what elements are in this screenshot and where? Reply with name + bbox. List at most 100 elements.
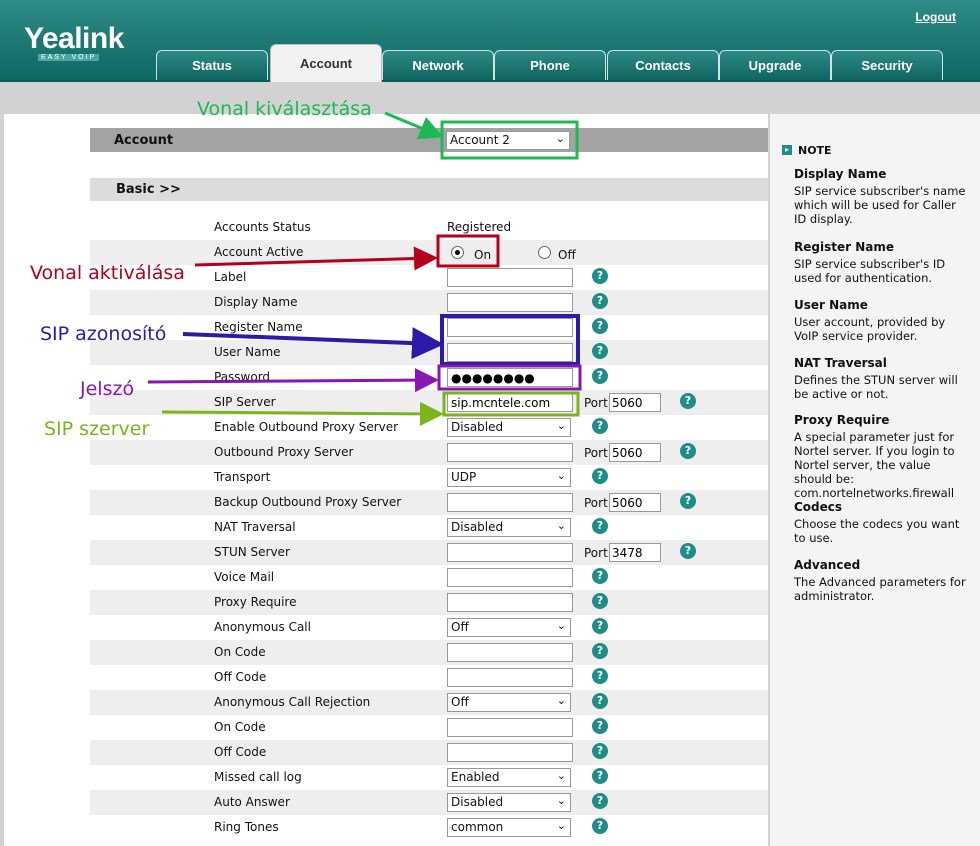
- form-row-account-active: Account Active On Off: [90, 240, 768, 265]
- field-label: Backup Outbound Proxy Server: [214, 495, 402, 509]
- section-header: Account Account 2 ⌄: [90, 128, 768, 152]
- note-text: SIP service subscriber's name which will…: [794, 184, 966, 226]
- help-icon[interactable]: ?: [592, 743, 608, 759]
- anonymous-call-select[interactable]: Off ⌄: [447, 618, 571, 637]
- account-select-value: Account 2: [450, 133, 510, 147]
- help-icon[interactable]: ?: [592, 318, 608, 334]
- note-heading: Codecs: [794, 500, 843, 514]
- nat-traversal-select[interactable]: Disabled ⌄: [447, 518, 571, 537]
- help-icon[interactable]: ?: [592, 268, 608, 284]
- voice-mail-input[interactable]: [447, 568, 573, 587]
- port-label: Port: [584, 446, 608, 460]
- field-label: Display Name: [214, 295, 298, 309]
- help-icon[interactable]: ?: [592, 643, 608, 659]
- tab-network[interactable]: Network: [382, 50, 494, 80]
- proxy-require-input[interactable]: [447, 593, 573, 612]
- off-code-input[interactable]: [447, 668, 573, 687]
- transport-select[interactable]: UDP ⌄: [447, 468, 571, 487]
- help-icon[interactable]: ?: [592, 568, 608, 584]
- field-label: Ring Tones: [214, 820, 279, 834]
- anonymous-call-rejection-select[interactable]: Off ⌄: [447, 693, 571, 712]
- password-input[interactable]: [447, 368, 573, 387]
- tab-status[interactable]: Status: [156, 50, 268, 80]
- help-icon[interactable]: ?: [592, 468, 608, 484]
- help-icon[interactable]: ?: [592, 693, 608, 709]
- help-icon[interactable]: ?: [592, 618, 608, 634]
- tab-contacts[interactable]: Contacts: [607, 50, 719, 80]
- ring-tones-select[interactable]: common ⌄: [447, 818, 571, 837]
- outbound-proxy-server-port-input[interactable]: [609, 443, 661, 462]
- chevron-down-icon: ⌄: [556, 794, 566, 807]
- form-row-register-name: Register Name?: [90, 315, 768, 340]
- on-code-input[interactable]: [447, 718, 573, 737]
- form-row-voice-mail: Voice Mail?: [90, 565, 768, 590]
- tab-account[interactable]: Account: [270, 44, 382, 82]
- backup-outbound-proxy-server-port-input[interactable]: [609, 493, 661, 512]
- field-label: Off Code: [214, 745, 267, 759]
- stun-server-input[interactable]: [447, 543, 573, 562]
- help-icon[interactable]: ?: [680, 543, 696, 559]
- help-icon[interactable]: ?: [680, 493, 696, 509]
- help-icon[interactable]: ?: [680, 443, 696, 459]
- help-icon[interactable]: ?: [592, 668, 608, 684]
- basic-header[interactable]: Basic >>: [90, 178, 768, 201]
- backup-outbound-proxy-server-input[interactable]: [447, 493, 573, 512]
- user-name-input[interactable]: [447, 343, 573, 362]
- help-icon[interactable]: ?: [592, 768, 608, 784]
- form-row-on-code: On Code?: [90, 715, 768, 740]
- display-name-input[interactable]: [447, 293, 573, 312]
- form-row-proxy-require: Proxy Require?: [90, 590, 768, 615]
- help-icon[interactable]: ?: [592, 368, 608, 384]
- help-icon[interactable]: ?: [592, 593, 608, 609]
- form-row-transport: Transport UDP ⌄?: [90, 465, 768, 490]
- help-icon[interactable]: ?: [592, 293, 608, 309]
- register-name-input[interactable]: [447, 318, 573, 337]
- missed-call-log-select[interactable]: Enabled ⌄: [447, 768, 571, 787]
- note-arrow-icon: ▸: [782, 145, 792, 155]
- chevron-down-icon: ⌄: [555, 132, 565, 145]
- help-icon[interactable]: ?: [680, 393, 696, 409]
- note-title: NOTE: [798, 144, 832, 157]
- select-value: UDP: [451, 470, 477, 484]
- tab-security[interactable]: Security: [831, 50, 943, 80]
- outbound-proxy-server-input[interactable]: [447, 443, 573, 462]
- enable-outbound-proxy-server-select[interactable]: Disabled ⌄: [447, 418, 571, 437]
- tab-upgrade[interactable]: Upgrade: [719, 50, 831, 80]
- sip-server-input[interactable]: [447, 393, 573, 412]
- help-icon[interactable]: ?: [592, 718, 608, 734]
- field-label: STUN Server: [214, 545, 290, 559]
- help-icon[interactable]: ?: [592, 418, 608, 434]
- form-row-password: Password?: [90, 365, 768, 390]
- note-heading: User Name: [794, 298, 868, 312]
- annotation-sip-id: SIP azonosító: [40, 323, 167, 345]
- header: Yealink EASY VOIP Logout Status Account …: [0, 0, 980, 82]
- label-input[interactable]: [447, 268, 573, 287]
- note-text: The Advanced parameters for administrato…: [794, 575, 966, 603]
- annotation-password: Jelszó: [80, 378, 135, 400]
- account-select[interactable]: Account 2 ⌄: [446, 131, 570, 150]
- tab-phone[interactable]: Phone: [494, 50, 606, 80]
- select-value: Enabled: [451, 770, 500, 784]
- auto-answer-select[interactable]: Disabled ⌄: [447, 793, 571, 812]
- note-heading: Proxy Require: [794, 413, 890, 427]
- field-label: Anonymous Call Rejection: [214, 695, 371, 709]
- chevron-down-icon: ⌄: [556, 519, 566, 532]
- field-label: Missed call log: [214, 770, 302, 784]
- on-code-input[interactable]: [447, 643, 573, 662]
- field-label: Outbound Proxy Server: [214, 445, 354, 459]
- field-label: User Name: [214, 345, 281, 359]
- help-icon[interactable]: ?: [592, 343, 608, 359]
- field-label: Register Name: [214, 320, 303, 334]
- off-code-input[interactable]: [447, 743, 573, 762]
- yealink-logo: Yealink: [24, 22, 124, 55]
- stun-server-port-input[interactable]: [609, 543, 661, 562]
- help-icon[interactable]: ?: [592, 818, 608, 834]
- account-active-off-radio[interactable]: [538, 246, 551, 259]
- help-icon[interactable]: ?: [592, 793, 608, 809]
- form-row-off-code: Off Code?: [90, 665, 768, 690]
- help-icon[interactable]: ?: [592, 518, 608, 534]
- sip-server-port-input[interactable]: [609, 393, 661, 412]
- select-value: Disabled: [451, 795, 504, 809]
- logout-link[interactable]: Logout: [915, 10, 956, 24]
- account-active-on-radio[interactable]: [451, 246, 464, 259]
